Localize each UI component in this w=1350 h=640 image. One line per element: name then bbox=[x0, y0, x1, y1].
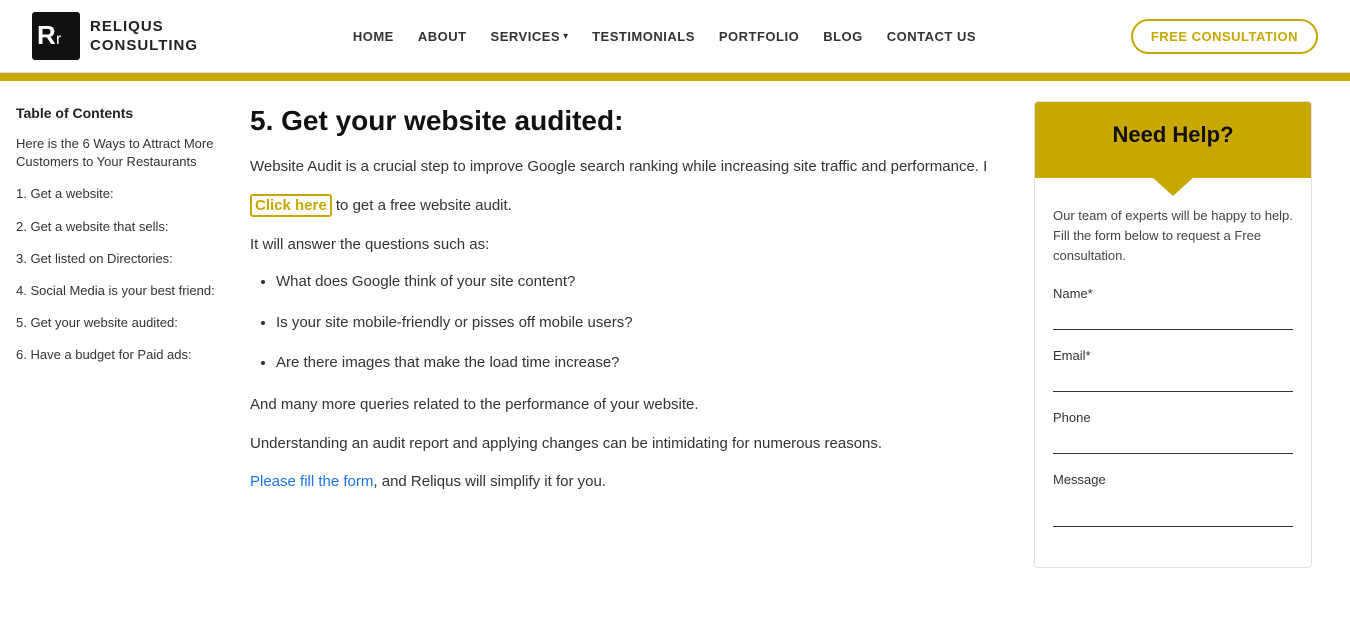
nav-home[interactable]: HOME bbox=[353, 29, 394, 44]
form-description: Our team of experts will be happy to hel… bbox=[1053, 206, 1293, 266]
click-here-paragraph: Click here to get a free website audit. bbox=[250, 194, 1010, 219]
email-input[interactable] bbox=[1053, 367, 1293, 392]
message-input[interactable] bbox=[1053, 491, 1293, 527]
bullet-3: Are there images that make the load time… bbox=[276, 352, 1010, 375]
gold-accent-bar bbox=[0, 73, 1350, 81]
intro-paragraph: Website Audit is a crucial step to impro… bbox=[250, 155, 1010, 180]
bullet-1: What does Google think of your site cont… bbox=[276, 271, 1010, 294]
free-consultation-button[interactable]: FREE CONSULTATION bbox=[1131, 19, 1318, 54]
table-of-contents: Table of Contents Here is the 6 Ways to … bbox=[16, 101, 226, 568]
message-field-container: Message bbox=[1053, 472, 1293, 531]
toc-item-5[interactable]: 5. Get your website audited: bbox=[16, 314, 226, 332]
logo-text: RELIQUS CONSULTING bbox=[90, 17, 198, 56]
logo-icon: R r bbox=[32, 12, 80, 60]
nav-blog[interactable]: BLOG bbox=[823, 29, 863, 44]
help-form-card: Need Help? Our team of experts will be h… bbox=[1034, 101, 1312, 568]
section-body: Website Audit is a crucial step to impro… bbox=[250, 155, 1010, 495]
svg-text:R: R bbox=[37, 20, 56, 50]
answer-line: It will answer the questions such as: bbox=[250, 233, 1010, 258]
nav-contact-us[interactable]: CONTACT US bbox=[887, 29, 976, 44]
site-header: R r RELIQUS CONSULTING HOME ABOUT SERVIC… bbox=[0, 0, 1350, 73]
form-header-arrow bbox=[1151, 176, 1195, 196]
toc-item-1[interactable]: 1. Get a website: bbox=[16, 185, 226, 203]
toc-item-2[interactable]: 2. Get a website that sells: bbox=[16, 218, 226, 236]
toc-list: Here is the 6 Ways to Attract More Custo… bbox=[16, 135, 226, 365]
main-nav: HOME ABOUT SERVICES ▾ TESTIMONIALS PORTF… bbox=[353, 29, 976, 44]
please-fill-form-link[interactable]: Please fill the form bbox=[250, 473, 373, 490]
svg-text:r: r bbox=[56, 31, 62, 48]
click-here-link[interactable]: Click here bbox=[250, 194, 332, 217]
form-sidebar: Need Help? Our team of experts will be h… bbox=[1034, 101, 1312, 568]
toc-item-4[interactable]: 4. Social Media is your best friend: bbox=[16, 282, 226, 300]
please-paragraph: Please fill the form, and Reliqus will s… bbox=[250, 470, 1010, 495]
phone-field-container: Phone bbox=[1053, 410, 1293, 454]
understanding-paragraph: Understanding an audit report and applyi… bbox=[250, 432, 1010, 457]
nav-testimonials[interactable]: TESTIMONIALS bbox=[592, 29, 695, 44]
email-label: Email* bbox=[1053, 348, 1293, 363]
message-label: Message bbox=[1053, 472, 1293, 487]
name-field-container: Name* bbox=[1053, 286, 1293, 330]
phone-input[interactable] bbox=[1053, 429, 1293, 454]
bullet-2: Is your site mobile-friendly or pisses o… bbox=[276, 312, 1010, 335]
nav-about[interactable]: ABOUT bbox=[418, 29, 467, 44]
name-input[interactable] bbox=[1053, 305, 1293, 330]
name-label: Name* bbox=[1053, 286, 1293, 301]
chevron-down-icon: ▾ bbox=[563, 31, 568, 42]
audit-bullets: What does Google think of your site cont… bbox=[250, 271, 1010, 375]
email-field-container: Email* bbox=[1053, 348, 1293, 392]
section-title: 5. Get your website audited: bbox=[250, 105, 1010, 137]
form-header: Need Help? bbox=[1035, 102, 1311, 178]
main-layout: Table of Contents Here is the 6 Ways to … bbox=[0, 81, 1350, 588]
nav-services[interactable]: SERVICES ▾ bbox=[491, 29, 569, 44]
phone-label: Phone bbox=[1053, 410, 1293, 425]
logo[interactable]: R r RELIQUS CONSULTING bbox=[32, 12, 198, 60]
toc-title: Table of Contents bbox=[16, 105, 226, 121]
toc-item-intro[interactable]: Here is the 6 Ways to Attract More Custo… bbox=[16, 135, 226, 171]
toc-item-3[interactable]: 3. Get listed on Directories: bbox=[16, 250, 226, 268]
nav-portfolio[interactable]: PORTFOLIO bbox=[719, 29, 799, 44]
many-more-paragraph: And many more queries related to the per… bbox=[250, 393, 1010, 418]
article-content: 5. Get your website audited: Website Aud… bbox=[250, 101, 1010, 568]
form-body: Our team of experts will be happy to hel… bbox=[1035, 178, 1311, 567]
form-header-title: Need Help? bbox=[1053, 122, 1293, 148]
toc-item-6[interactable]: 6. Have a budget for Paid ads: bbox=[16, 346, 226, 364]
